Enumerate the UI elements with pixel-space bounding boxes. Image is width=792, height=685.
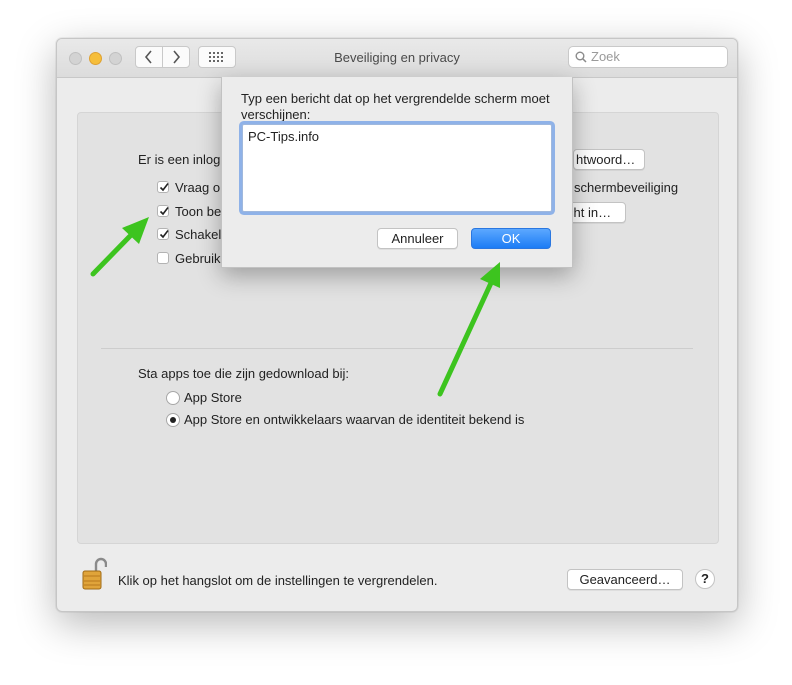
lock-hint-text: Klik op het hangslot om de instellingen … — [118, 573, 438, 588]
checkmark-icon — [159, 183, 169, 192]
unlocked-padlock-icon — [82, 557, 108, 590]
set-lock-message-button[interactable]: cht in… — [564, 202, 626, 223]
screensaver-label: schermbeveiliging — [574, 180, 679, 195]
search-placeholder: Zoek — [591, 49, 620, 64]
identified-developers-radio[interactable] — [166, 413, 180, 427]
app-store-radio[interactable] — [166, 391, 180, 405]
radio-selected-dot — [170, 417, 176, 423]
identified-developers-label: App Store en ontwikkelaars waarvan de id… — [184, 412, 525, 427]
require-password-checkbox[interactable] — [157, 181, 169, 193]
search-icon — [575, 51, 587, 63]
use-option-label: Gebruik — [175, 251, 221, 266]
checkmark-icon — [159, 207, 169, 216]
app-store-label: App Store — [184, 390, 242, 405]
checkmark-icon — [159, 230, 169, 239]
use-option-checkbox[interactable] — [157, 252, 169, 264]
lock-message-sheet: Typ een bericht dat op het vergrendelde … — [221, 77, 573, 268]
search-field[interactable]: Zoek — [568, 46, 728, 68]
disable-auto-login-checkbox[interactable] — [157, 228, 169, 240]
lock-button[interactable] — [81, 557, 108, 596]
show-message-label: Toon be — [175, 204, 222, 219]
section-divider — [101, 348, 693, 349]
lock-message-textarea[interactable]: PC-Tips.info — [242, 124, 552, 212]
disable-auto-login-label: Schakel — [175, 227, 222, 242]
dialog-prompt: Typ een bericht dat op het vergrendelde … — [241, 91, 550, 122]
advanced-button[interactable]: Geavanceerd… — [567, 569, 683, 590]
downloads-heading: Sta apps toe die zijn gedownload bij: — [138, 366, 350, 381]
change-password-button[interactable]: htwoord… — [573, 149, 645, 170]
login-password-label: Er is een inlog — [138, 152, 221, 167]
require-password-label: Vraag o — [175, 180, 221, 195]
title-bar: Beveiliging en privacy Zoek — [57, 39, 737, 78]
show-message-checkbox[interactable] — [157, 205, 169, 217]
help-button[interactable]: ? — [695, 569, 715, 589]
cancel-button[interactable]: Annuleer — [377, 228, 458, 249]
ok-button[interactable]: OK — [471, 228, 551, 249]
